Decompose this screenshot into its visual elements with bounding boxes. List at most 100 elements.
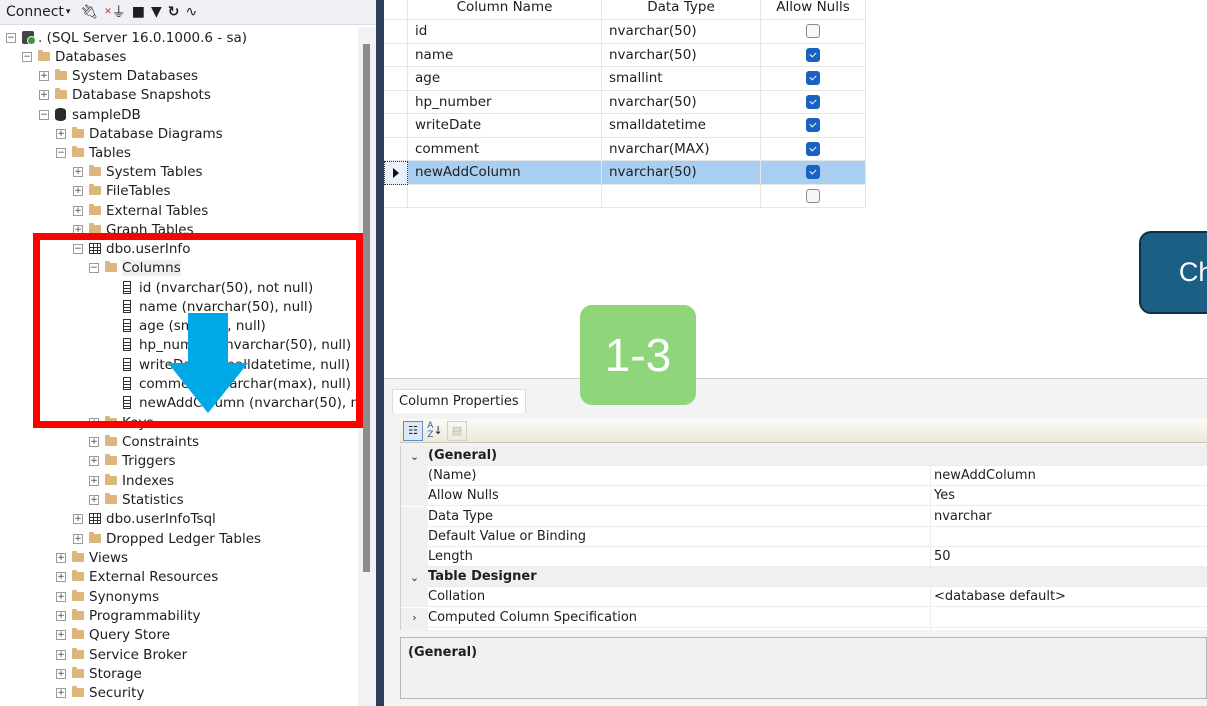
tree-node-statistics[interactable]: + Statistics [89,490,184,509]
tree-node-database-diagrams[interactable]: + Database Diagrams [56,124,223,143]
data-type-cell[interactable]: nvarchar(50) [602,90,761,114]
property-row[interactable]: Default Value or Binding [401,526,1207,547]
expand-icon[interactable]: + [56,649,66,660]
tree-node-triggers[interactable]: + Triggers [89,451,176,470]
expand-icon[interactable]: + [73,205,83,216]
pane-splitter[interactable] [376,0,384,706]
tree-node-graph-tables[interactable]: + Graph Tables [73,220,194,239]
tree-node-programmability[interactable]: + Programmability [56,606,201,625]
grid-row[interactable]: name nvarchar(50) [384,43,866,67]
tree-node-sampledb[interactable]: − sampleDB [39,105,141,124]
tree-node-server[interactable]: − . (SQL Server 16.0.1000.6 - sa) [6,28,247,47]
data-type-cell[interactable]: nvarchar(50) [602,43,761,67]
expand-icon[interactable]: + [56,552,66,563]
allow-nulls-checkbox[interactable] [806,141,820,156]
property-value[interactable]: nvarchar(50) [931,628,1207,631]
connect-plug-icon[interactable]: 🔌︎ [80,2,98,22]
property-pages-icon[interactable]: ▤ [447,420,467,441]
grid-row[interactable]: age smallint [384,67,866,91]
refresh-icon[interactable]: ↻ [168,2,180,22]
tree-node-service-broker[interactable]: + Service Broker [56,645,187,664]
row-selector[interactable] [384,43,408,67]
property-row[interactable]: Data Type nvarchar [401,506,1207,527]
tree-node-keys[interactable]: + Keys [89,413,154,432]
tree-node-databases[interactable]: − Databases [22,47,126,66]
expand-icon[interactable]: + [73,185,83,196]
expand-icon[interactable]: + [73,166,83,177]
column-name-cell[interactable]: writeDate [408,114,602,138]
tree-node-system-databases[interactable]: + System Databases [39,66,198,85]
row-selector[interactable] [384,114,408,138]
row-selector[interactable] [384,184,408,208]
header-data-type[interactable]: Data Type [602,0,761,20]
column-name-cell[interactable]: id [408,20,602,44]
expand-icon[interactable]: + [73,224,83,235]
expand-icon[interactable]: + [56,571,66,582]
expand-icon[interactable]: + [39,89,49,100]
property-value[interactable]: 50 [931,547,1207,567]
row-selector[interactable] [384,20,408,44]
grid-row[interactable]: newAddColumn nvarchar(50) [384,161,866,185]
property-value[interactable]: Yes [931,486,1207,507]
tree-node-external-tables[interactable]: + External Tables [73,201,208,220]
expand-icon[interactable]: + [89,455,99,466]
data-type-cell[interactable]: nvarchar(50) [602,20,761,44]
collapse-icon[interactable]: − [56,147,66,158]
tree-node-constraints[interactable]: + Constraints [89,432,199,451]
tree-node-security[interactable]: + Security [56,683,144,702]
property-value[interactable]: nvarchar [931,507,1207,527]
expand-icon[interactable]: + [56,591,66,602]
tree-node-tables[interactable]: − Tables [56,143,131,162]
property-value[interactable]: newAddColumn [931,466,1207,487]
expand-icon[interactable]: + [89,417,99,428]
collapse-icon[interactable]: − [73,243,83,254]
grid-row[interactable]: hp_number nvarchar(50) [384,90,866,114]
data-type-cell[interactable]: smalldatetime [602,114,761,138]
column-name-cell[interactable]: comment [408,137,602,161]
collapse-icon[interactable]: − [89,262,99,273]
property-row[interactable]: › Computed Column Specification [401,607,1207,628]
expand-icon[interactable]: + [73,533,83,544]
connect-button[interactable]: Connect ▾ [6,2,70,22]
grid-row[interactable] [384,184,866,208]
tree-node-column[interactable]: id (nvarchar(50), not null) [123,278,313,297]
scrollbar-thumb[interactable] [363,44,370,572]
tree-node-system-tables[interactable]: + System Tables [73,162,203,181]
alphabetical-sort-icon[interactable]: A Z ↓ [425,421,445,441]
allow-nulls-checkbox[interactable] [806,165,820,180]
property-row[interactable]: Condensed Data Typenvarchar(50) [401,627,1207,631]
tree-node-userinfotsql[interactable]: + dbo.userInfoTsql [73,509,216,528]
expand-icon[interactable]: + [73,513,83,524]
tree-node-database-snapshots[interactable]: + Database Snapshots [39,85,211,104]
expand-icon[interactable]: + [56,687,66,698]
column-name-cell[interactable]: hp_number [408,90,602,114]
stop-icon[interactable]: ■ [132,2,145,22]
allow-nulls-checkbox[interactable] [806,118,820,133]
expand-icon[interactable]: + [89,436,99,447]
tree-node-columns[interactable]: − Columns [89,258,181,277]
tree-node-dropped-ledger-tables[interactable]: + Dropped Ledger Tables [73,529,261,548]
collapse-icon[interactable]: − [22,51,32,62]
filter-icon[interactable]: ▼ [151,2,162,22]
column-name-cell[interactable]: name [408,43,602,67]
tree-node-query-store[interactable]: + Query Store [56,625,170,644]
property-row[interactable]: Collation <database default> [401,587,1207,608]
tree-node-storage[interactable]: + Storage [56,664,142,683]
allow-nulls-checkbox[interactable] [806,47,820,62]
row-selector[interactable] [384,90,408,114]
property-row[interactable]: Allow Nulls Yes [401,486,1207,507]
collapse-icon[interactable]: − [6,32,16,43]
grid-row[interactable]: comment nvarchar(MAX) [384,137,866,161]
expand-icon[interactable]: + [56,128,66,139]
column-name-cell[interactable]: newAddColumn [408,161,602,185]
expand-icon[interactable]: + [89,494,99,505]
allow-nulls-checkbox[interactable] [806,24,820,39]
grid-row[interactable]: writeDate smalldatetime [384,114,866,138]
property-row[interactable]: (Name) newAddColumn [401,466,1207,487]
allow-nulls-checkbox[interactable] [806,71,820,86]
object-explorer-scrollbar[interactable] [358,27,376,706]
property-category[interactable]: ⌄ Table Designer [401,567,1207,588]
property-category[interactable]: ⌄ (General) [401,446,1207,466]
tree-node-synonyms[interactable]: + Synonyms [56,587,159,606]
header-column-name[interactable]: Column Name [408,0,602,20]
